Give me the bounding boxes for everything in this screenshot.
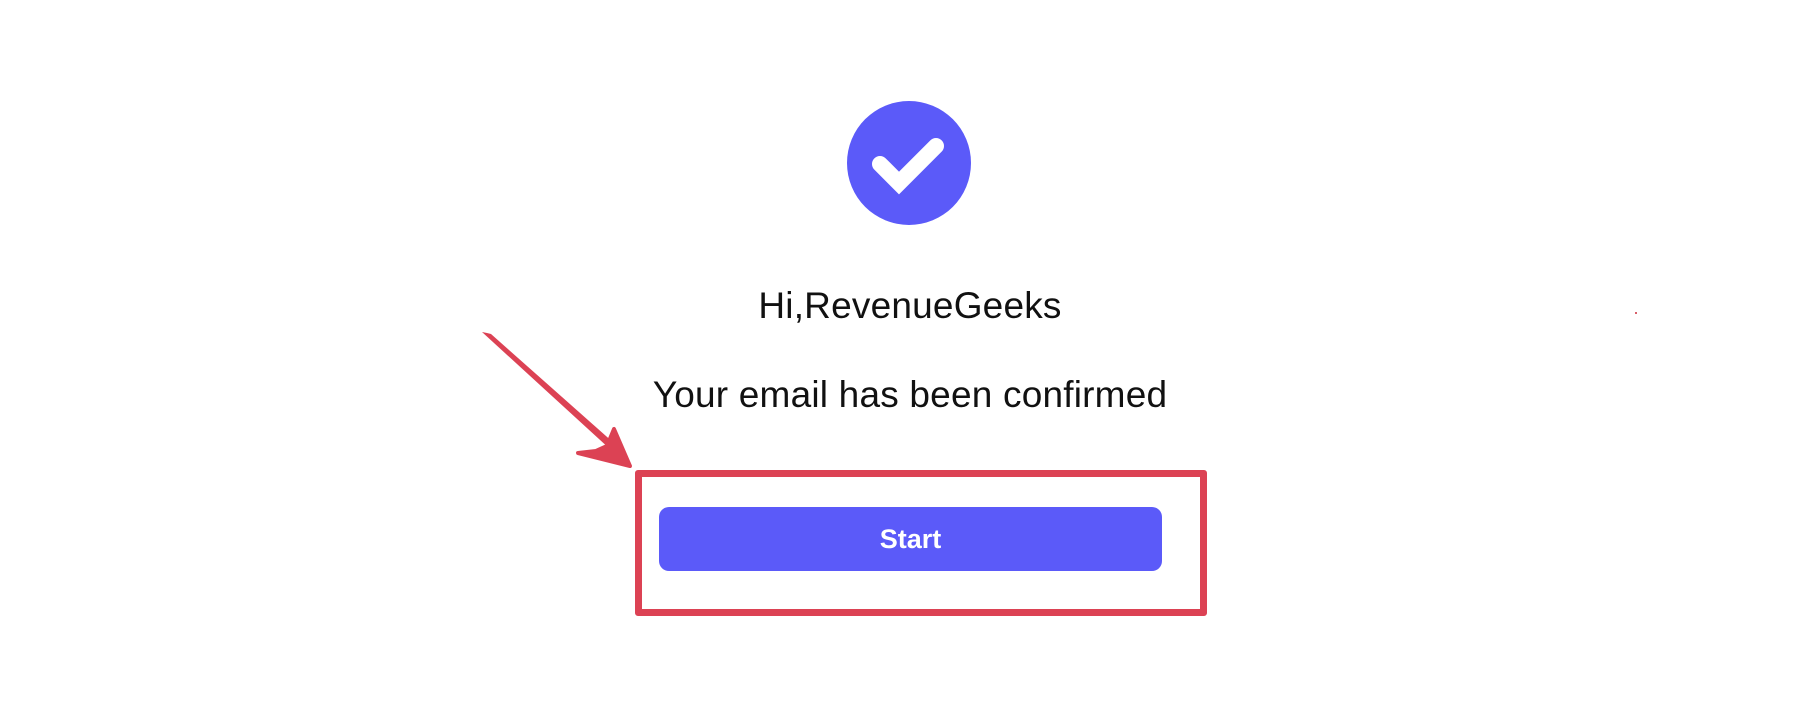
red-arrow-icon (482, 332, 632, 468)
stray-dot (1635, 312, 1637, 314)
